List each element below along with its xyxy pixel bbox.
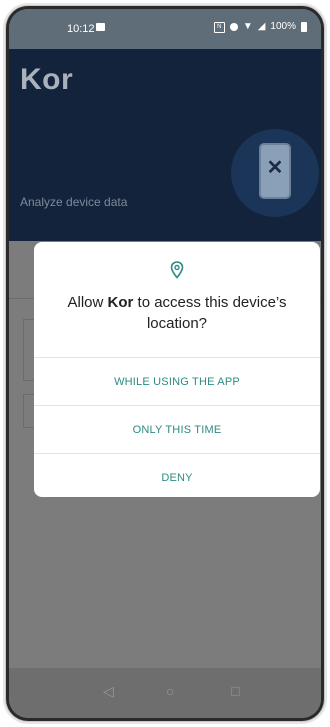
tools-icon: ✕ bbox=[266, 157, 284, 179]
battery-percent: 100% bbox=[270, 21, 296, 32]
dialog-app-name: Kor bbox=[107, 294, 134, 311]
nfc-icon: N bbox=[213, 21, 225, 33]
dialog-title: Allow Kor to access this device’s locati… bbox=[52, 292, 302, 334]
location-pin-icon bbox=[170, 261, 184, 279]
status-time: 10:12 bbox=[67, 23, 95, 35]
image-notification-icon bbox=[96, 23, 105, 31]
navigation-bar: ◁ ○ □ bbox=[9, 668, 321, 718]
deny-button[interactable]: DENY bbox=[34, 453, 320, 497]
wifi-icon: ▼ bbox=[242, 21, 253, 32]
while-using-app-button[interactable]: WHILE USING THE APP bbox=[34, 357, 320, 406]
screen: 10:12 N ▼ ◢ 100% Kor Analyze device data… bbox=[9, 9, 321, 718]
signal-icon: ◢ bbox=[257, 21, 266, 32]
back-icon[interactable]: ◁ bbox=[103, 683, 114, 700]
device-tools-icon: ✕ bbox=[259, 143, 291, 199]
only-this-time-button[interactable]: ONLY THIS TIME bbox=[34, 405, 320, 454]
status-bar: 10:12 N ▼ ◢ 100% bbox=[9, 9, 321, 49]
app-header: Kor Analyze device data ✕ bbox=[9, 49, 321, 241]
home-icon[interactable]: ○ bbox=[166, 683, 174, 699]
battery-icon bbox=[301, 22, 307, 32]
location-permission-dialog: Allow Kor to access this device’s locati… bbox=[34, 242, 320, 497]
do-not-disturb-icon bbox=[229, 23, 238, 31]
status-icons: N ▼ ◢ 100% bbox=[213, 21, 307, 33]
dialog-title-suffix: to access this device’s location? bbox=[133, 294, 287, 332]
recents-icon[interactable]: □ bbox=[231, 683, 239, 699]
app-title: Kor bbox=[20, 63, 74, 96]
app-subtitle: Analyze device data bbox=[20, 195, 128, 209]
phone-frame: 10:12 N ▼ ◢ 100% Kor Analyze device data… bbox=[6, 6, 324, 721]
dialog-title-prefix: Allow bbox=[67, 294, 108, 311]
